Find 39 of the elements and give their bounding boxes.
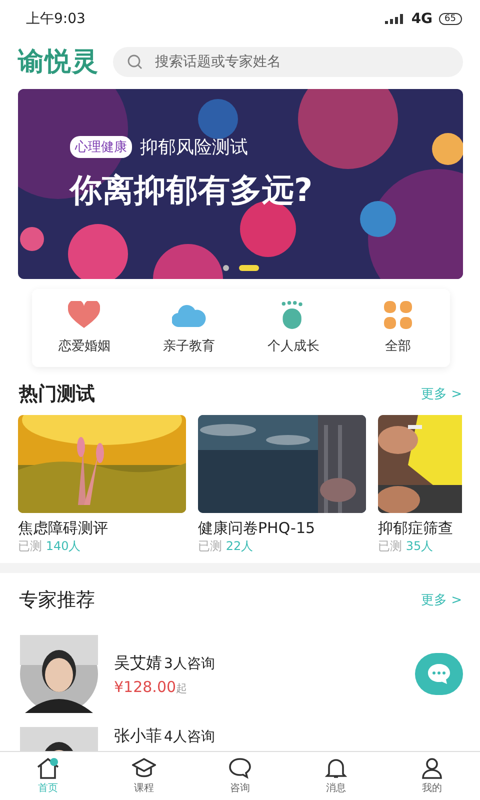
category-label[interactable]: 全部 <box>384 337 411 355</box>
expert-name[interactable]: 张小菲 4人咨询 <box>114 727 463 746</box>
category-label[interactable]: 亲子教育 <box>162 337 215 355</box>
status-time: 上午9:03 <box>26 10 86 28</box>
tab-item[interactable]: 咨询 <box>210 757 270 795</box>
test-count: 已测 22人 <box>198 538 254 555</box>
test-count: 已测 140人 <box>18 538 82 555</box>
tab-item[interactable]: 我的 <box>402 757 462 795</box>
banner-title: 你离抑郁有多远? <box>70 170 313 211</box>
home-icon <box>36 757 60 779</box>
battery-indicator: 65 <box>438 13 462 25</box>
chat-bubble-icon <box>228 757 252 779</box>
test-title[interactable]: 健康问卷PHQ-15 <box>198 519 366 538</box>
promo-banner[interactable]: 心理健康 抑郁风险测试 你离抑郁有多远? <box>18 89 463 279</box>
search-field[interactable]: 搜索话题或专家姓名 <box>153 52 449 70</box>
tab-item[interactable]: 消息 <box>306 757 366 795</box>
signal-icon <box>385 14 406 24</box>
test-count: 已测 35人 <box>378 538 434 555</box>
section-title: 热门测试 <box>19 382 95 407</box>
tab-item[interactable]: 课程 <box>114 757 174 795</box>
section-title: 专家推荐 <box>19 588 95 613</box>
chat-button[interactable] <box>415 653 463 695</box>
expert-price: ¥128.00起 <box>114 678 188 696</box>
expert-name[interactable]: 吴艾婧 3人咨询 <box>114 652 399 674</box>
app-logo: 谕悦灵 <box>18 46 99 79</box>
category-label[interactable]: 个人成长 <box>267 337 320 355</box>
search-icon <box>127 54 143 70</box>
banner-subtitle: 抑郁风险测试 <box>140 136 248 159</box>
heart-icon[interactable] <box>68 301 100 329</box>
search-bar[interactable]: 搜索话题或专家姓名 <box>113 46 463 76</box>
user-icon <box>420 757 444 779</box>
network-label: 4G <box>411 11 433 27</box>
chat-icon <box>427 663 451 685</box>
category-label[interactable]: 恋爱婚姻 <box>58 337 110 355</box>
bell-icon <box>324 757 348 779</box>
test-title[interactable]: 焦虑障碍测评 <box>18 519 186 538</box>
test-title[interactable]: 抑郁症筛查 <box>378 519 462 538</box>
graduation-cap-icon <box>132 757 156 779</box>
category-badge: 心理健康 <box>70 136 132 158</box>
